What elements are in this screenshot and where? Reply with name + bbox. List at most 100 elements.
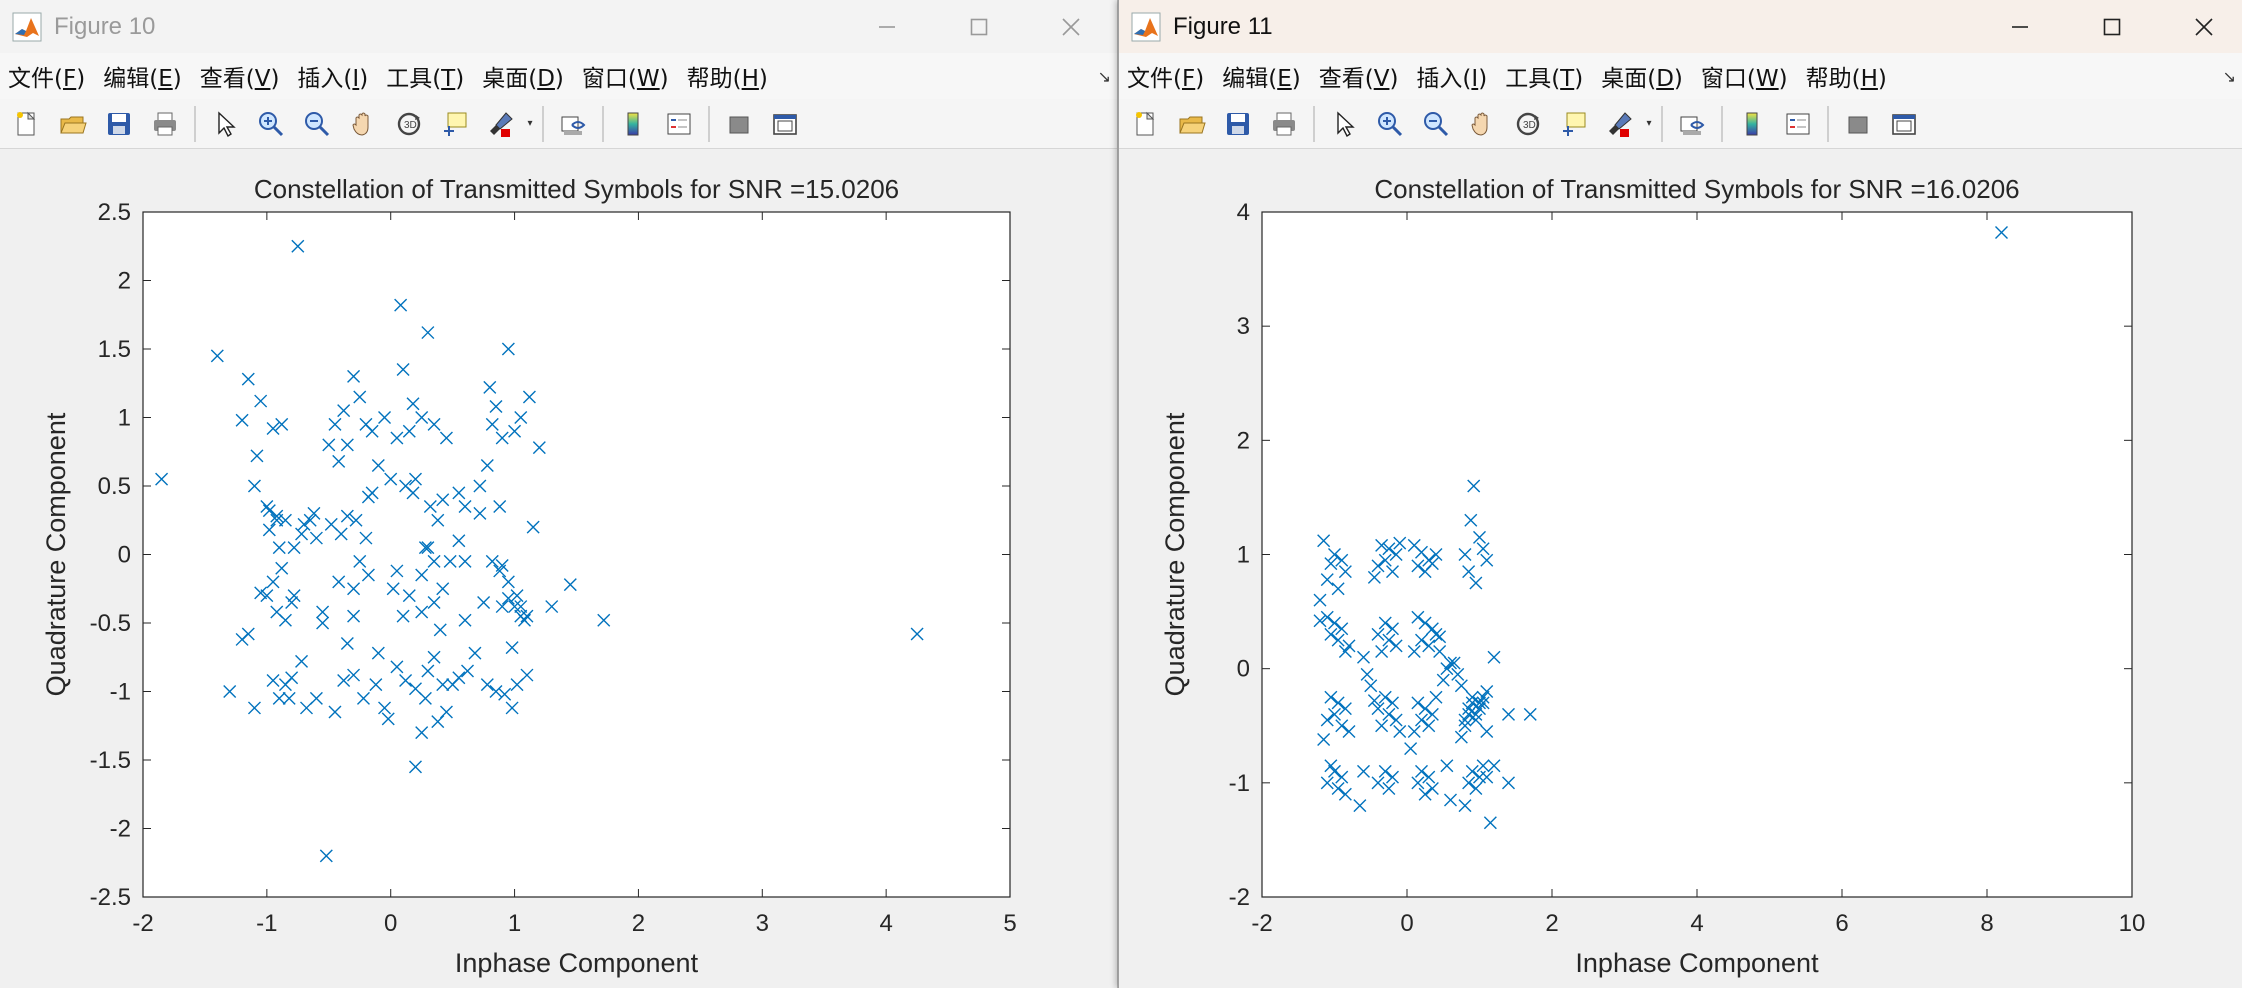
- legend-icon[interactable]: [1775, 101, 1821, 147]
- minimize-button[interactable]: [1974, 0, 2066, 53]
- menu-item-w[interactable]: 窗口(W): [1701, 59, 1788, 93]
- menu-item-f[interactable]: 文件(F): [8, 59, 85, 93]
- zoom-out-icon[interactable]: [1413, 101, 1459, 147]
- x-axis-label: Inphase Component: [1575, 948, 1819, 978]
- menu-item-t[interactable]: 工具(T): [386, 59, 464, 93]
- menu-item-w[interactable]: 窗口(W): [582, 59, 669, 93]
- close-button[interactable]: [1025, 0, 1117, 53]
- legend-icon[interactable]: [656, 101, 702, 147]
- title-bar[interactable]: Figure 10: [0, 0, 1117, 53]
- show-plot-tools-icon[interactable]: [762, 101, 808, 147]
- axes-box[interactable]: [142, 211, 1011, 898]
- figure-window-11[interactable]: Figure 11 文件(F) 编辑(E) 查看(V) 插入(I) 工具(T) 桌面(D)…: [1118, 0, 2242, 988]
- rotate-3d-icon[interactable]: 3D: [386, 101, 432, 147]
- link-plot-icon[interactable]: [550, 101, 596, 147]
- new-figure-icon[interactable]: [4, 101, 50, 147]
- minimize-button[interactable]: [841, 0, 933, 53]
- open-file-icon[interactable]: [50, 101, 96, 147]
- menu-item-h[interactable]: 帮助(H): [687, 59, 768, 93]
- axes-box[interactable]: [1261, 211, 2133, 898]
- dock-arrow-icon[interactable]: ↘: [1098, 67, 1111, 87]
- y-axis-label: Quadrature Component: [41, 412, 71, 696]
- x-tick-label: -2: [132, 910, 153, 937]
- pan-hand-icon[interactable]: [1459, 101, 1505, 147]
- svg-text:3D: 3D: [1523, 120, 1536, 131]
- zoom-out-icon[interactable]: [294, 101, 340, 147]
- svg-text:3D: 3D: [404, 120, 417, 131]
- pointer-icon[interactable]: [202, 101, 248, 147]
- brush-icon[interactable]: [478, 101, 524, 147]
- y-tick-label: 0.5: [98, 473, 131, 500]
- plot-svg[interactable]: -2 0 2 4 6 8 10 -2 -1 0 1 2 3 4 Constellation of Trans…: [1119, 150, 2242, 988]
- save-icon[interactable]: [1215, 101, 1261, 147]
- zoom-in-icon[interactable]: [1367, 101, 1413, 147]
- open-file-icon[interactable]: [1169, 101, 1215, 147]
- menu-item-v[interactable]: 查看(V): [1319, 59, 1399, 93]
- x-tick-label: 0: [1400, 910, 1413, 937]
- x-tick-label: 0: [384, 910, 397, 937]
- link-plot-icon[interactable]: [1669, 101, 1715, 147]
- title-bar[interactable]: Figure 11: [1119, 0, 2242, 53]
- toolbar-separator: [1827, 105, 1829, 142]
- pointer-icon[interactable]: [1321, 101, 1367, 147]
- menu-item-i[interactable]: 插入(I): [297, 59, 368, 93]
- x-tick-label: -2: [1251, 910, 1272, 937]
- figure-toolbar: 3D ▾: [1119, 99, 2242, 149]
- print-icon[interactable]: [1261, 101, 1307, 147]
- y-tick-label: 0: [1237, 656, 1250, 683]
- x-tick-label: 1: [508, 910, 521, 937]
- y-tick-label: 3: [1237, 313, 1250, 340]
- menu-item-i[interactable]: 插入(I): [1416, 59, 1487, 93]
- x-tick-label: 5: [1003, 910, 1016, 937]
- figure-canvas[interactable]: -2 0 2 4 6 8 10 -2 -1 0 1 2 3 4 Constellation of Trans…: [1119, 150, 2242, 988]
- x-tick-label: 8: [1980, 910, 1993, 937]
- colorbar-icon[interactable]: [1729, 101, 1775, 147]
- data-cursor-icon[interactable]: [1551, 101, 1597, 147]
- save-icon[interactable]: [96, 101, 142, 147]
- pan-hand-icon[interactable]: [340, 101, 386, 147]
- rotate-3d-icon[interactable]: 3D: [1505, 101, 1551, 147]
- print-icon[interactable]: [142, 101, 188, 147]
- menu-item-f[interactable]: 文件(F): [1127, 59, 1204, 93]
- hide-plot-tools-icon[interactable]: [716, 101, 762, 147]
- figure-canvas[interactable]: -2 -1 0 1 2 3 4 5 -2.5 -2 -1.5 -1 -0.5 0 0.5 1 1.5 2 2.5 Co…: [0, 150, 1117, 988]
- menu-item-e[interactable]: 编辑(E): [1222, 59, 1301, 93]
- toolbar-separator: [194, 105, 196, 142]
- figure-window-10[interactable]: Figure 10 文件(F) 编辑(E) 查看(V) 插入(I) 工具(T) 桌面(D)…: [0, 0, 1118, 988]
- y-tick-label: -1: [1229, 770, 1250, 797]
- toolbar-separator: [1313, 105, 1315, 142]
- close-button[interactable]: [2158, 0, 2242, 53]
- dock-arrow-icon[interactable]: ↘: [2223, 67, 2236, 87]
- menu-item-h[interactable]: 帮助(H): [1806, 59, 1887, 93]
- dropdown-arrow-icon[interactable]: ▾: [524, 101, 536, 147]
- menu-item-t[interactable]: 工具(T): [1505, 59, 1583, 93]
- x-tick-label: 2: [632, 910, 645, 937]
- toolbar-separator: [602, 105, 604, 142]
- brush-icon[interactable]: [1597, 101, 1643, 147]
- menu-item-d[interactable]: 桌面(D): [482, 59, 564, 93]
- show-plot-tools-icon[interactable]: [1881, 101, 1927, 147]
- y-tick-label: -1: [110, 679, 131, 706]
- x-tick-label: 6: [1835, 910, 1848, 937]
- menu-item-v[interactable]: 查看(V): [200, 59, 280, 93]
- dropdown-arrow-icon[interactable]: ▾: [1643, 101, 1655, 147]
- menu-bar: 文件(F) 编辑(E) 查看(V) 插入(I) 工具(T) 桌面(D) 窗口(W) 帮助(H)…: [1119, 53, 2242, 99]
- maximize-button[interactable]: [933, 0, 1025, 53]
- hide-plot-tools-icon[interactable]: [1835, 101, 1881, 147]
- y-tick-label: 2: [118, 268, 131, 295]
- x-tick-label: -1: [256, 910, 277, 937]
- y-tick-label: 1.5: [98, 336, 131, 363]
- menu-item-e[interactable]: 编辑(E): [103, 59, 182, 93]
- plot-svg[interactable]: -2 -1 0 1 2 3 4 5-2.5-2-1.5-1-0.500.511.522.5Co…: [0, 150, 1118, 988]
- colorbar-icon[interactable]: [610, 101, 656, 147]
- y-axis-label: Quadrature Component: [1160, 412, 1190, 696]
- maximize-button[interactable]: [2066, 0, 2158, 53]
- y-tick-label: 0: [118, 542, 131, 569]
- toolbar-separator: [542, 105, 544, 142]
- menu-item-d[interactable]: 桌面(D): [1601, 59, 1683, 93]
- data-cursor-icon[interactable]: [432, 101, 478, 147]
- matlab-logo-icon: [1129, 10, 1163, 44]
- toolbar-separator: [1721, 105, 1723, 142]
- new-figure-icon[interactable]: [1123, 101, 1169, 147]
- zoom-in-icon[interactable]: [248, 101, 294, 147]
